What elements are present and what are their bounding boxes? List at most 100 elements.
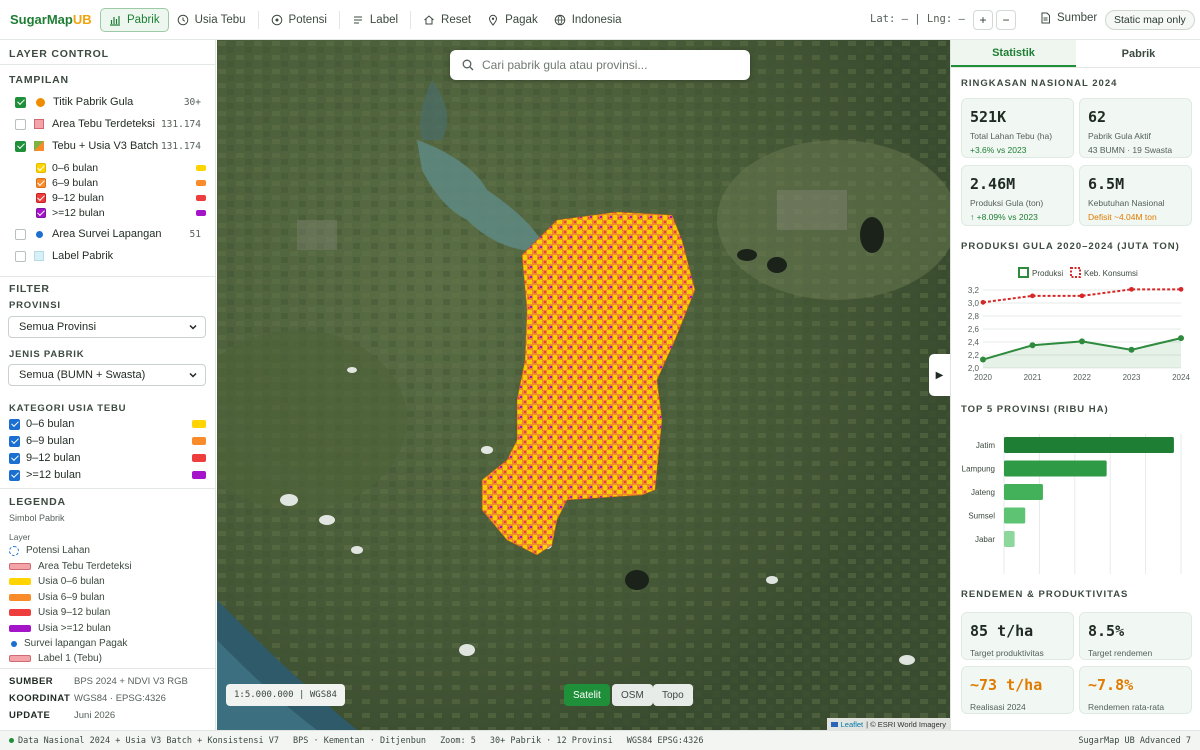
chevron-down-icon [189,324,197,330]
stat-value: ~73 t/ha [970,676,1043,694]
brand-suffix: UB [72,12,92,27]
survey-dot-icon [36,230,43,238]
checkbox[interactable] [36,193,46,203]
tab-pabrik[interactable]: Pabrik [1076,40,1200,67]
y-tick-label: 2,8 [968,312,980,321]
data-point [1029,342,1036,349]
legend-swatch [9,655,31,662]
jenis-pabrik-select[interactable]: Semua (BUMN + Swasta) [8,364,206,386]
category-label: Lampung [962,465,995,474]
nav-indonesia-button[interactable]: Indonesia [546,8,630,32]
legenda-title: LEGENDA [9,496,66,508]
checkbox[interactable] [15,228,26,240]
panel-tabs: Statistik Pabrik [951,40,1200,68]
color-swatch [196,195,206,201]
data-point [1128,346,1135,353]
legend-swatch [9,594,31,601]
tab-statistik[interactable]: Statistik [951,40,1076,67]
nav-label-button[interactable]: Label [344,8,406,32]
legend-label: Survei lapangan Pagak [24,638,128,649]
app-version: SugarMap UB Advanced 7 [1078,735,1191,746]
checkbox[interactable] [15,250,26,262]
layer-toggle-titik-pabrik[interactable]: Titik Pabrik Gula 30+ [0,96,215,108]
y-tick-label: 2,0 [968,364,980,373]
status-data-source: Data Nasional 2024 + Usia V3 Batch + Kon… [18,735,279,746]
bar [1004,507,1026,524]
checkbox[interactable] [36,163,46,173]
stat-label: Realisasi 2024 [970,702,1026,712]
zoom-out-button[interactable]: − [996,10,1016,30]
sublayer-6-9[interactable]: 6–9 bulan [0,177,215,189]
nav-indonesia-label: Indonesia [571,13,622,26]
checkbox[interactable] [15,140,26,152]
color-swatch [196,165,206,171]
info-value: BPS 2024 + NDVI V3 RGB [74,676,188,687]
checkbox[interactable] [36,208,46,218]
layer-toggle-area-tebu[interactable]: Area Tebu Terdeteksi 131.174 [0,118,215,130]
x-tick-label: 2020 [974,373,992,382]
checkbox[interactable] [15,96,26,108]
legend-survei-pagak: Survei lapangan Pagak [9,638,127,649]
bar [1004,531,1015,547]
basemap-topo-button[interactable]: Topo [653,684,693,706]
y-tick-label: 2,6 [968,325,980,334]
produksi-chart-title: PRODUKSI GULA 2020–2024 (JUTA TON) [961,241,1180,252]
map-search-box[interactable]: Cari pabrik gula atau provinsi... [450,50,750,80]
kategori-6-9[interactable]: 6–9 bulan [0,435,215,447]
nav-pagak-button[interactable]: Pagak [479,8,546,32]
checkbox[interactable] [15,118,26,130]
map-canvas[interactable]: Cari pabrik gula atau provinsi... ▶ 1:5.… [217,40,950,730]
checkbox[interactable] [9,418,20,430]
layer-toggle-label-pabrik[interactable]: Label Pabrik [0,250,215,262]
factory-dot-icon [36,97,45,107]
basemap-satelit-button[interactable]: Satelit [564,684,610,706]
divider [0,64,215,65]
layer-toggle-tebu-usia[interactable]: Tebu + Usia V3 Batch 131.174 [0,140,215,152]
provinsi-select[interactable]: Semua Provinsi [8,316,206,338]
data-point [980,299,986,305]
document-icon [1041,12,1050,24]
data-point [1129,286,1134,292]
checkbox[interactable] [9,469,20,481]
checkbox[interactable] [36,178,46,188]
sublayer-12-plus[interactable]: >=12 bulan [0,207,215,219]
rendemen-title: RENDEMEN & PRODUKTIVITAS [961,589,1129,600]
basemap-osm-button[interactable]: OSM [612,684,653,706]
nav-reset-label: Reset [441,13,472,26]
stat-value: 85 t/ha [970,622,1034,640]
globe-icon [554,14,566,25]
kategori-label: 6–9 bulan [26,435,75,447]
status-bar: Data Nasional 2024 + Usia V3 Batch + Kon… [0,730,1200,750]
nav-reset-button[interactable]: Reset [415,8,479,32]
layer-label: Tebu + Usia V3 Batch [52,140,159,152]
y-tick-label: 2,4 [968,338,980,347]
stat-label: Rendemen rata-rata [1088,702,1165,712]
nav-pabrik-button[interactable]: Pabrik [100,7,169,32]
layer-label: Area Tebu Terdeteksi [52,118,155,130]
kategori-12-plus[interactable]: >=12 bulan [0,469,215,481]
sublayer-0-6[interactable]: 0–6 bulan [0,162,215,174]
stat-card-produksi: 2.46M Produksi Gula (ton) ↑ +8.09% vs 20… [961,165,1074,226]
layer-toggle-survei[interactable]: Area Survei Lapangan 51 [0,228,215,240]
kategori-0-6[interactable]: 0–6 bulan [0,418,215,430]
info-koordinat: KOORDINAT WGS84 · EPSG:4326 [9,693,166,704]
checkbox[interactable] [9,435,20,447]
info-key: KOORDINAT [9,693,71,704]
stat-card-pabrik: 62 Pabrik Gula Aktif 43 BUMN · 19 Swasta [1079,98,1192,158]
app-logo[interactable]: SugarMapUB [0,12,100,27]
data-point [1030,293,1035,299]
nav-usia-tebu-button[interactable]: Usia Tebu [169,8,254,32]
source-button[interactable]: Sumber [1040,12,1097,24]
nav-potensi-button[interactable]: Potensi [263,8,335,32]
sublayer-label: 0–6 bulan [52,162,99,174]
data-point [1178,286,1184,292]
info-sumber: SUMBER BPS 2024 + NDVI V3 RGB [9,676,188,687]
kategori-9-12[interactable]: 9–12 bulan [0,452,215,464]
checkbox[interactable] [9,452,20,464]
sublayer-9-12[interactable]: 9–12 bulan [0,192,215,204]
x-tick-label: 2024 [1172,373,1190,382]
leaflet-link[interactable]: Leaflet [841,720,864,729]
layer-label: Label Pabrik [52,250,114,262]
collapse-panel-button[interactable]: ▶ [929,354,950,396]
zoom-in-button[interactable]: + [973,10,993,30]
